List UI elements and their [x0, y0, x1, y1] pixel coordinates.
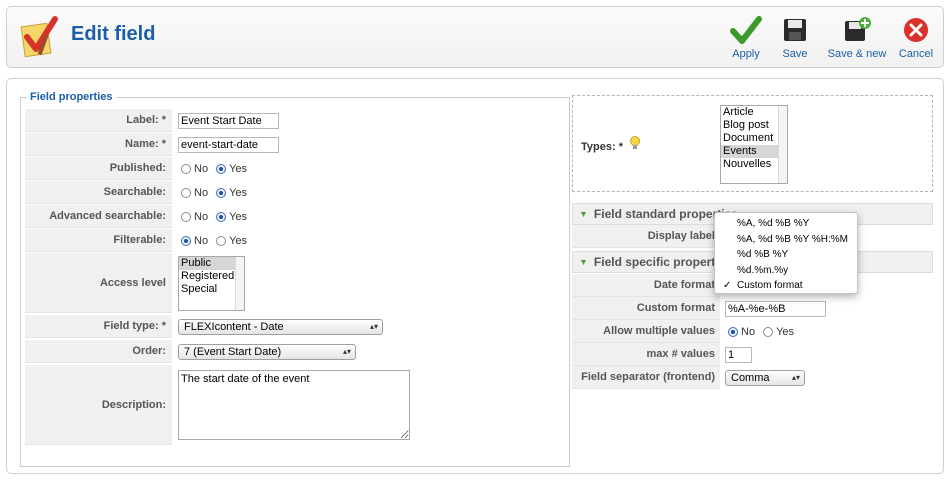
custom-format-input[interactable]: [725, 300, 826, 317]
field-type-label: Field type: *: [25, 315, 172, 338]
published-row: Published: No Yes: [25, 157, 565, 180]
allow-multiple-yes-radio[interactable]: Yes: [760, 326, 794, 338]
field-separator-row: Field separator (frontend) Comma ▴▾: [572, 366, 933, 389]
custom-format-label: Custom format: [572, 297, 720, 320]
display-label-label: Display label: [572, 225, 720, 248]
label-field-label: Label: *: [25, 109, 172, 132]
field-type-row: Field type: * FLEXIcontent - Date ▴▾: [25, 315, 565, 338]
published-no-radio[interactable]: No: [178, 163, 208, 175]
allow-multiple-label: Allow multiple values: [572, 320, 720, 343]
order-row: Order: 7 (Event Start Date) ▴▾: [25, 340, 565, 363]
description-textarea[interactable]: The start date of the event: [178, 370, 410, 440]
lightbulb-icon: [629, 136, 641, 153]
label-row: Label: *: [25, 109, 565, 132]
access-level-label: Access level: [25, 253, 172, 313]
allow-multiple-no-radio[interactable]: No: [725, 326, 755, 338]
scrollbar[interactable]: [778, 106, 787, 183]
filterable-row: Filterable: No Yes: [25, 229, 565, 252]
order-select[interactable]: 7 (Event Start Date) ▴▾: [178, 343, 356, 360]
advanced-searchable-label: Advanced searchable:: [25, 205, 172, 228]
advanced-searchable-yes-radio[interactable]: Yes: [213, 211, 247, 223]
custom-format-row: Custom format: [572, 297, 933, 320]
label-input[interactable]: [178, 112, 279, 129]
save-and-new-button[interactable]: Save & new: [825, 15, 889, 65]
page-title: Edit field: [71, 23, 156, 45]
max-values-row: max # values: [572, 343, 933, 366]
description-row: Description: The start date of the event: [25, 365, 565, 445]
menu-item[interactable]: %d.%m.%y: [715, 263, 857, 279]
allow-multiple-row: Allow multiple values No Yes: [572, 320, 933, 343]
scrollbar[interactable]: [235, 257, 244, 310]
menu-item[interactable]: %A, %d %B %Y: [715, 216, 857, 232]
types-listbox[interactable]: Article Blog post Document Events Nouvel…: [720, 105, 788, 184]
cancel-label: Cancel: [898, 48, 934, 60]
save-button[interactable]: Save: [765, 15, 825, 65]
cancel-icon: [904, 18, 928, 42]
checkmark-icon: ✓: [723, 280, 732, 291]
searchable-row: Searchable: No Yes: [25, 181, 565, 204]
advanced-searchable-no-radio[interactable]: No: [178, 211, 208, 223]
check-icon: [730, 16, 762, 44]
types-label: Types: *: [581, 141, 623, 153]
filterable-no-radio[interactable]: No: [178, 235, 208, 247]
specific-properties-title: Field specific properties: [593, 255, 732, 269]
collapse-triangle-icon: ▼: [579, 209, 588, 219]
field-properties-legend: Field properties: [30, 91, 113, 103]
updown-arrow-icon: ▴▾: [791, 372, 800, 382]
updown-arrow-icon: ▴▾: [342, 346, 351, 356]
date-format-label: Date format: [572, 274, 720, 297]
published-label: Published:: [25, 157, 172, 180]
floppy-disk-icon: [784, 19, 806, 41]
updown-arrow-icon: ▴▾: [369, 321, 378, 331]
menu-item-custom-format[interactable]: ✓ Custom format: [715, 278, 857, 294]
toolbar: Edit field Apply Save Save & new Cancel: [6, 6, 944, 68]
searchable-yes-radio[interactable]: Yes: [213, 187, 247, 199]
max-values-label: max # values: [572, 343, 720, 366]
menu-item[interactable]: %d %B %Y: [715, 247, 857, 263]
order-label: Order:: [25, 340, 172, 363]
published-yes-radio[interactable]: Yes: [213, 163, 247, 175]
access-level-listbox[interactable]: Public Registered Special: [178, 256, 245, 311]
filterable-label: Filterable:: [25, 229, 172, 252]
field-type-select[interactable]: FLEXIcontent - Date ▴▾: [178, 318, 383, 335]
save-and-new-label: Save & new: [827, 48, 887, 60]
searchable-label: Searchable:: [25, 181, 172, 204]
advanced-searchable-row: Advanced searchable: No Yes: [25, 205, 565, 228]
name-field-label: Name: *: [25, 133, 172, 156]
max-values-input[interactable]: [725, 346, 752, 363]
filterable-yes-radio[interactable]: Yes: [213, 235, 247, 247]
cancel-button[interactable]: Cancel: [891, 15, 941, 65]
name-input[interactable]: [178, 136, 279, 153]
date-format-dropdown-menu[interactable]: %A, %d %B %Y %A, %d %B %Y %H:%M %d %B %Y…: [714, 212, 858, 294]
floppy-disk-plus-icon: [845, 17, 871, 41]
menu-item[interactable]: %A, %d %B %Y %H:%M: [715, 232, 857, 248]
checklist-logo-icon: [19, 15, 63, 59]
collapse-triangle-icon: ▼: [579, 257, 588, 267]
description-label: Description:: [25, 365, 172, 445]
types-box: Types: * Article Blog post Document Even…: [572, 95, 933, 192]
access-level-row: Access level Public Registered Special: [25, 253, 565, 313]
searchable-no-radio[interactable]: No: [178, 187, 208, 199]
field-separator-select[interactable]: Comma ▴▾: [725, 369, 805, 386]
save-label: Save: [782, 48, 808, 60]
name-row: Name: *: [25, 133, 565, 156]
field-separator-label: Field separator (frontend): [572, 366, 720, 389]
